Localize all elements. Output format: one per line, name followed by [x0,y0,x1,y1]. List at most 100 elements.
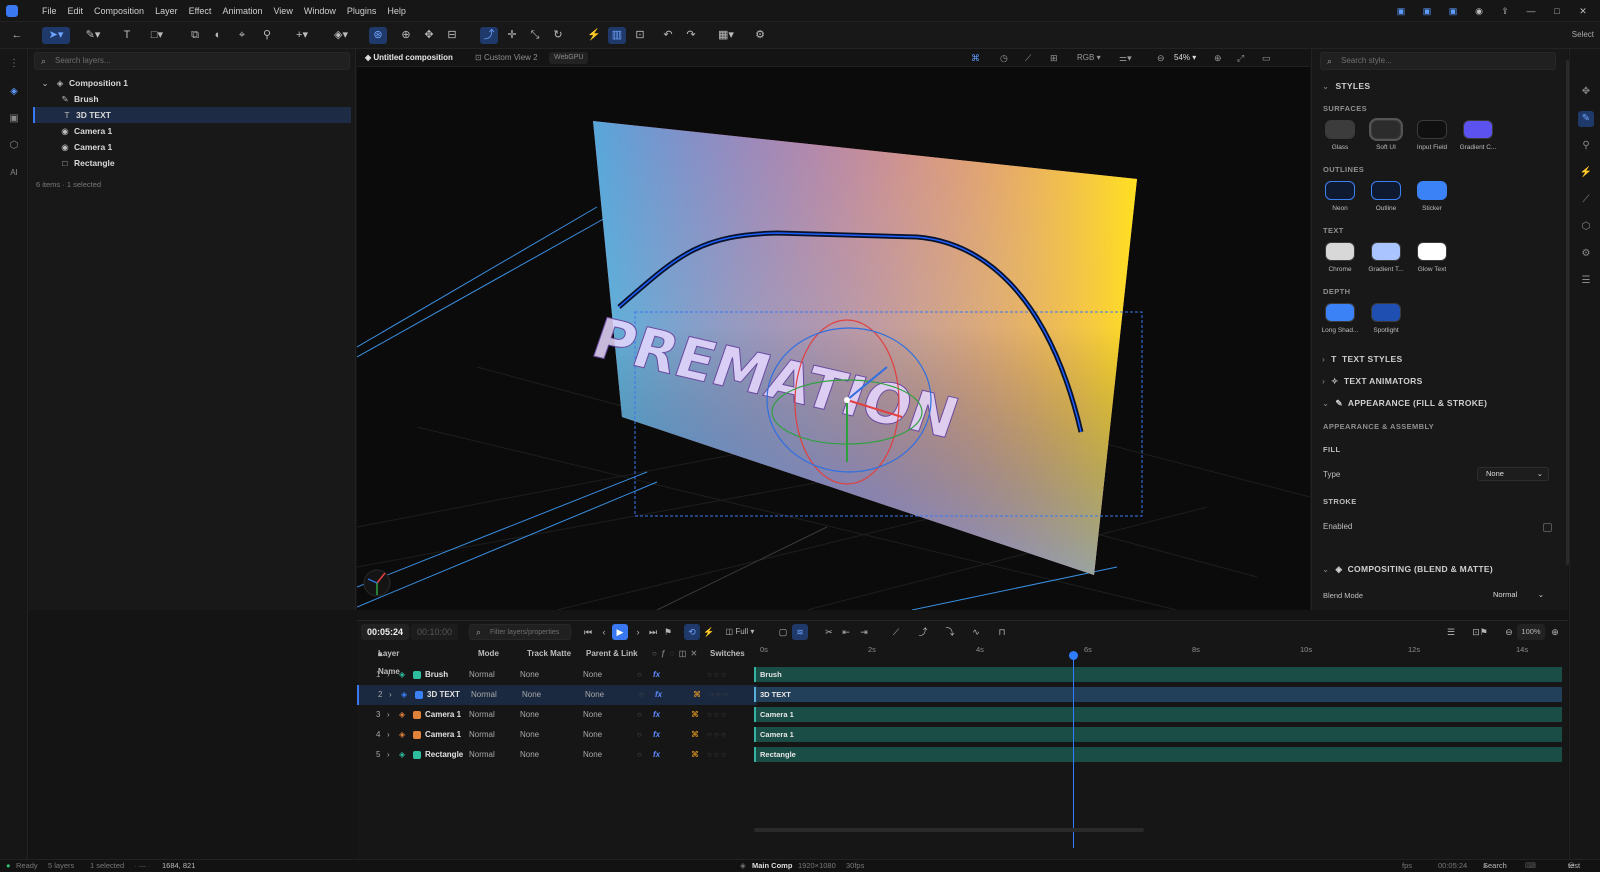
motion-blur-switch-icon[interactable]: ⌘ [691,745,699,765]
transform-icon[interactable]: ✥ [1578,84,1594,100]
transform-icon[interactable]: ✛ [503,27,521,44]
layers-search-input[interactable]: ⌕ Search layers... [34,52,350,70]
go-to-start-icon[interactable]: ⏮ [580,624,596,640]
crop-icon[interactable]: ⊞ [1050,49,1058,67]
viewport[interactable]: ◈ Untitled composition ⊡ Custom View 2 W… [357,49,1310,610]
safe-area-icon[interactable]: ▭ [1262,49,1271,67]
current-timecode[interactable]: 00:05:24 [361,624,410,640]
shape-tool-icon[interactable]: □▾ [145,27,169,44]
time-ruler[interactable]: 0s 2s 4s 6s 8s 10s 12s 14s [754,645,1568,659]
close-icon[interactable]: ✕ [1576,0,1590,22]
menu-file[interactable]: File [42,0,57,22]
menu-effect[interactable]: Effect [189,0,212,22]
motion-blur-switch-icon[interactable]: ⌘ [691,705,699,725]
app-logo-icon[interactable] [6,5,18,17]
panel-right-icon[interactable]: ▣ [1446,0,1460,22]
style-swatch[interactable]: Glow Text [1412,242,1452,273]
eye-icon[interactable]: ◉ [1472,0,1486,22]
brush-style-icon[interactable]: ✎ [1578,111,1594,127]
prev-frame-icon[interactable]: ‹ [596,624,612,640]
layer-tree-item[interactable]: □ Rectangle [33,155,351,171]
fit-icon[interactable]: ⤢ [1237,49,1244,67]
go-to-end-icon[interactable]: ⏭ [645,624,661,640]
visibility-icon[interactable]: ○ [637,705,642,725]
ai-icon[interactable]: AI [6,165,22,181]
zoom-select[interactable]: 54% ▾ [1174,49,1196,67]
lightning-icon[interactable]: ⚡ [585,27,603,44]
style-swatch[interactable]: Glass [1320,120,1360,151]
zoom-out-icon[interactable]: ⊖ [1501,624,1517,640]
timeline-layer-bar[interactable]: 3D TEXT [754,687,1562,702]
timeline-layer-bar[interactable]: Brush [754,667,1562,682]
redo-icon[interactable]: ↷ [682,27,700,44]
fx-icon[interactable]: fx [653,665,660,685]
loop-icon[interactable]: ⟲ [684,624,700,640]
style-swatch[interactable]: Sticker [1412,181,1452,212]
wand-icon[interactable]: ⚲ [1578,138,1594,154]
ease-in-out-icon[interactable]: ∿ [965,624,987,640]
ease-in-icon[interactable]: ⤴ [912,624,934,640]
layer-mode[interactable]: Normal [471,685,497,705]
fx-icon[interactable]: fx [653,745,660,765]
text-styles-section[interactable]: › T TEXT STYLES [1322,354,1402,364]
visibility-icon[interactable]: ○ [637,665,642,685]
zoom-in-icon[interactable]: ⊕ [1547,624,1563,640]
text-tool-icon[interactable]: T [118,27,136,44]
timer-icon[interactable]: ◷ [1000,49,1008,67]
snap-icon[interactable]: ⚡ [701,624,717,640]
visibility-icon[interactable]: ○ [639,685,644,705]
frame-icon[interactable]: ⊡ [631,27,649,44]
chevron-right-icon[interactable]: › [387,745,390,765]
style-swatch[interactable]: Long Shad... [1320,303,1360,334]
style-swatch[interactable]: Outline [1366,181,1406,212]
adjust-icon[interactable]: ⚌▾ [1119,49,1132,67]
ruler-icon[interactable]: ⟋ [1025,49,1031,67]
layer-parent[interactable]: None [583,665,602,685]
sliders-icon[interactable]: ☰ [1578,273,1594,289]
style-swatch[interactable]: Chrome [1320,242,1360,273]
text-animators-section[interactable]: › ✧ TEXT ANIMATORS [1322,376,1423,387]
list-icon[interactable]: ☰ [1443,624,1459,640]
timeline-layer-row[interactable]: 3 › ◈ Camera 1 Normal None None ○ fx ⌘ ○ ○ ○ [357,705,757,725]
mask-toggle-icon[interactable]: ▢ [775,624,791,640]
scale-icon[interactable]: ⤡ [526,27,544,44]
layer-tree-item[interactable]: ◉ Camera 1 [33,139,351,155]
layer-parent[interactable]: None [583,725,602,745]
layer-color-label[interactable] [413,731,421,739]
blend-mode-select[interactable]: Normal ⌄ [1484,588,1550,602]
node-icon[interactable]: ◈▾ [329,27,353,44]
align-icon[interactable]: ⊟ [443,27,461,44]
quality-select[interactable]: ◫ Full ▾ [720,624,760,640]
style-swatch[interactable]: Soft UI [1366,120,1406,151]
ease-out-icon[interactable]: ⤵ [939,624,961,640]
menu-help[interactable]: Help [387,0,406,22]
select-tool-icon[interactable]: ➤▾ [42,27,70,44]
ease-linear-icon[interactable]: ⟋ [885,624,907,640]
menu-edit[interactable]: Edit [68,0,84,22]
timeline-zoom[interactable]: 100% [1517,624,1545,640]
bolt-icon[interactable]: ⚡ [1578,165,1594,181]
fx-icon[interactable]: fx [653,705,660,725]
motion-blur-switch-icon[interactable]: ⌘ [693,685,701,705]
motion-blur-icon[interactable]: ≋ [792,624,808,640]
flag-icon[interactable]: ⚑ [660,624,676,640]
timeline-layer-bar[interactable]: Camera 1 [754,707,1562,722]
layout-icon[interactable]: ▦▾ [714,27,738,44]
duplicate-icon[interactable]: ⧉ [186,27,204,44]
panel-left-icon[interactable]: ▣ [1394,0,1408,22]
grid-icon[interactable]: ▥ [608,27,626,44]
cube-icon[interactable]: ⬡ [6,138,22,154]
timeline-layer-row[interactable]: 4 › ◈ Camera 1 Normal None None ○ fx ⌘ ○ ○ ○ [357,725,757,745]
timeline-layer-bar[interactable]: Rectangle [754,747,1562,762]
split-icon[interactable]: ✂ [821,624,837,640]
marker-icon[interactable]: ⊡⚑ [1467,624,1493,640]
layer-track-matte[interactable]: None [520,665,539,685]
chevron-right-icon[interactable]: › [387,665,390,685]
layer-mode[interactable]: Normal [469,705,495,725]
settings-gear-icon[interactable]: ⚙ [1578,246,1594,262]
layers-icon[interactable]: ◈ [6,84,22,100]
back-icon[interactable]: ← [8,27,26,44]
timeline-layer-row[interactable]: 2 › ◈ 3D TEXT Normal None None ○ fx ⌘ ○ ○ ○ [357,685,757,705]
menu-layer[interactable]: Layer [155,0,178,22]
stroke-enabled-checkbox[interactable] [1543,523,1552,532]
